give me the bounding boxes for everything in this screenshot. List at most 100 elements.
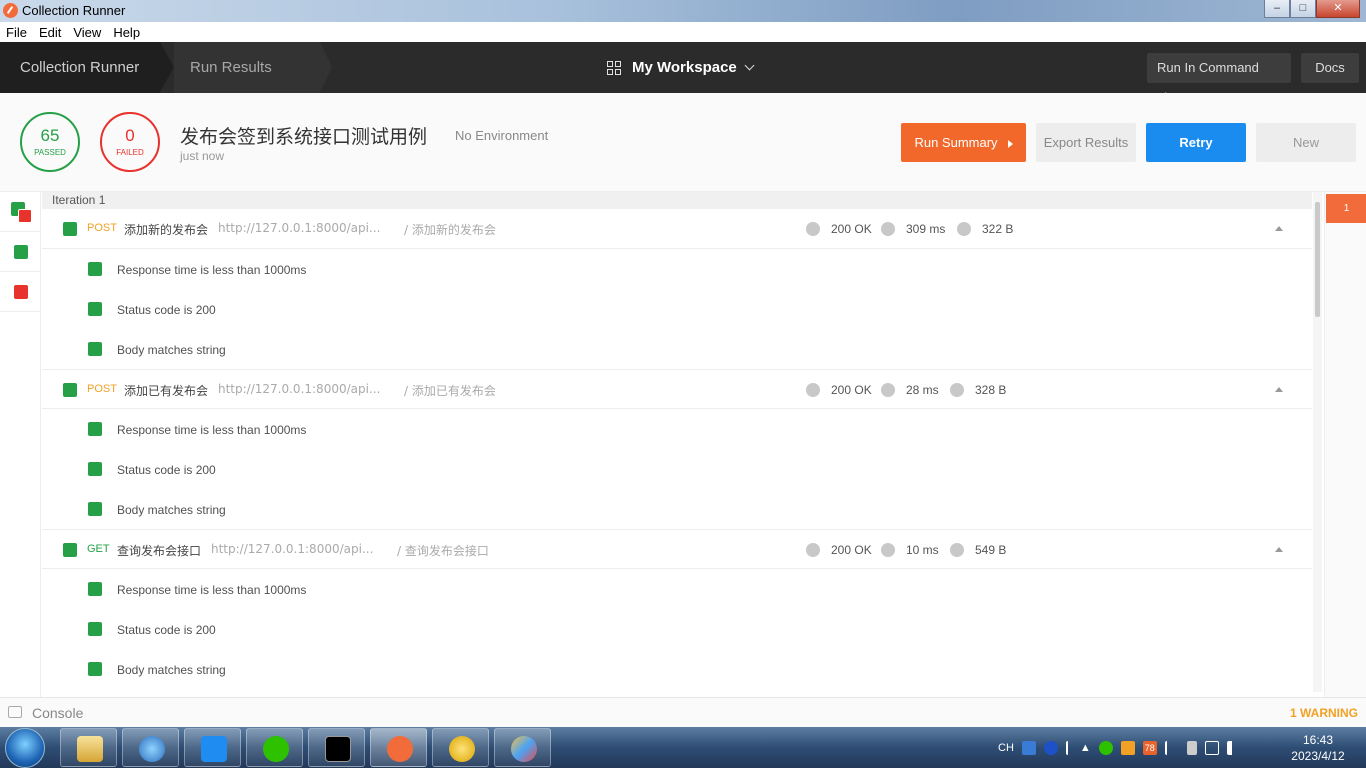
iteration-header: Iteration 1 bbox=[42, 192, 1312, 209]
flag-icon[interactable] bbox=[1164, 740, 1179, 755]
iteration-badge[interactable]: 1 bbox=[1326, 194, 1366, 223]
clock-date: 2023/4/12 bbox=[1291, 749, 1345, 763]
collapse-caret-icon[interactable] bbox=[1275, 387, 1283, 392]
test-row: Response time is less than 1000ms bbox=[42, 569, 1312, 609]
pass-square-icon bbox=[88, 262, 102, 276]
system-clock[interactable]: 16:43 2023/4/12 bbox=[1283, 732, 1353, 764]
docs-button[interactable]: Docs bbox=[1301, 53, 1359, 83]
paint-icon bbox=[511, 736, 537, 762]
checkmark-icon[interactable] bbox=[1021, 740, 1036, 755]
test-row: Response time is less than 1000ms bbox=[42, 409, 1312, 449]
clock-time: 16:43 bbox=[1302, 733, 1334, 747]
pen-icon[interactable] bbox=[1065, 740, 1072, 755]
time-dot bbox=[881, 222, 895, 236]
failed-counter[interactable]: 0 FAILED bbox=[100, 112, 160, 172]
pass-square-icon bbox=[88, 502, 102, 516]
pass-square-icon bbox=[88, 662, 102, 676]
new-button[interactable]: New bbox=[1256, 123, 1356, 162]
status-dot bbox=[806, 543, 820, 557]
input-language[interactable]: CH bbox=[998, 742, 1014, 754]
filter-passed[interactable] bbox=[0, 232, 41, 272]
filter-all[interactable] bbox=[0, 192, 41, 232]
test-name: Status code is 200 bbox=[117, 463, 216, 477]
request-method: POST bbox=[87, 222, 117, 234]
close-button[interactable]: ✕ bbox=[1316, 0, 1360, 18]
browser-icon bbox=[139, 736, 165, 762]
device-icon[interactable] bbox=[1186, 740, 1197, 755]
request-path: / 查询发布会接口 bbox=[397, 544, 489, 558]
failed-count: 0 bbox=[125, 126, 135, 145]
menu-edit[interactable]: Edit bbox=[33, 22, 67, 42]
tray-badge-icon[interactable]: 78 bbox=[1142, 740, 1157, 755]
menu-view[interactable]: View bbox=[67, 22, 107, 42]
test-name: Body matches string bbox=[117, 663, 226, 677]
test-row: Body matches string bbox=[42, 329, 1312, 369]
results-scrollbar[interactable] bbox=[1313, 192, 1322, 692]
test-row: Status code is 200 bbox=[42, 609, 1312, 649]
test-row: Body matches string bbox=[42, 489, 1312, 529]
retry-button[interactable]: Retry bbox=[1146, 123, 1246, 162]
show-hidden-icons[interactable]: ▲ bbox=[1080, 742, 1091, 754]
passed-label: PASSED bbox=[34, 148, 66, 157]
volume-icon[interactable] bbox=[1226, 740, 1237, 755]
taskbar-postman[interactable] bbox=[370, 728, 427, 767]
chevron-down-icon bbox=[744, 60, 755, 70]
request-path: / 添加新的发布会 bbox=[404, 223, 496, 237]
scrollbar-thumb[interactable] bbox=[1315, 202, 1320, 317]
wechat-icon bbox=[263, 736, 289, 762]
request-row[interactable]: GET 查询发布会接口 http://127.0.0.1:8000/api...… bbox=[42, 529, 1312, 569]
run-summary-label: Run Summary bbox=[914, 135, 998, 150]
caret-right-icon bbox=[1007, 139, 1013, 148]
help-icon[interactable] bbox=[1043, 740, 1058, 755]
taskbar-wechat[interactable] bbox=[246, 728, 303, 767]
request-row[interactable]: POST 添加已有发布会 http://127.0.0.1:8000/api..… bbox=[42, 369, 1312, 409]
pass-square-icon bbox=[88, 462, 102, 476]
collapse-caret-icon[interactable] bbox=[1275, 547, 1283, 552]
environment-label: No Environment bbox=[455, 128, 549, 143]
workspace-selector[interactable]: My Workspace bbox=[607, 42, 755, 93]
pass-square-icon bbox=[88, 302, 102, 316]
taskbar-dingtalk[interactable] bbox=[184, 728, 241, 767]
taskbar-app[interactable] bbox=[432, 728, 489, 767]
run-summary-button[interactable]: Run Summary bbox=[901, 123, 1026, 162]
warning-count[interactable]: 1 WARNING bbox=[1290, 706, 1358, 720]
request-row[interactable]: POST 添加新的发布会 http://127.0.0.1:8000/api..… bbox=[42, 209, 1312, 249]
shield-icon[interactable] bbox=[1120, 740, 1135, 755]
response-status: 200 OK bbox=[831, 383, 872, 397]
status-dot bbox=[806, 383, 820, 397]
run-summary-panel: 65 PASSED 0 FAILED 发布会签到系统接口测试用例 No Envi… bbox=[0, 93, 1366, 192]
maximize-button[interactable]: □ bbox=[1290, 0, 1316, 18]
minimize-button[interactable]: – bbox=[1264, 0, 1290, 18]
export-results-button[interactable]: Export Results bbox=[1036, 123, 1136, 162]
taskbar-ie[interactable] bbox=[122, 728, 179, 767]
console-label[interactable]: Console bbox=[32, 705, 83, 721]
filter-failed[interactable] bbox=[0, 272, 41, 312]
pass-square-icon bbox=[88, 582, 102, 596]
app-header: Collection Runner Run Results My Workspa… bbox=[0, 42, 1366, 105]
run-in-command-line-button[interactable]: Run In Command Line bbox=[1147, 53, 1291, 105]
failed-label: FAILED bbox=[116, 148, 144, 157]
collection-name: 发布会签到系统接口测试用例 bbox=[180, 126, 428, 148]
collapse-caret-icon[interactable] bbox=[1275, 226, 1283, 231]
run-timestamp: just now bbox=[180, 149, 225, 163]
request-name: 添加已有发布会 bbox=[124, 384, 209, 398]
start-button[interactable] bbox=[5, 728, 45, 768]
console-icon[interactable] bbox=[8, 706, 22, 718]
wechat-tray-icon[interactable] bbox=[1098, 740, 1113, 755]
menu-help[interactable]: Help bbox=[107, 22, 146, 42]
pass-square-icon bbox=[63, 222, 77, 236]
response-size: 549 B bbox=[975, 543, 1007, 557]
breadcrumb-run-results[interactable]: Run Results bbox=[174, 42, 320, 93]
taskbar-cmd[interactable] bbox=[308, 728, 365, 767]
taskbar-explorer[interactable] bbox=[60, 728, 117, 767]
window-title: Collection Runner bbox=[22, 3, 126, 18]
breadcrumb-collection-runner[interactable]: Collection Runner bbox=[0, 42, 160, 93]
passed-counter[interactable]: 65 PASSED bbox=[20, 112, 80, 172]
request-name: 查询发布会接口 bbox=[117, 544, 202, 558]
menu-bar: File Edit View Help bbox=[0, 22, 1366, 42]
taskbar-paint[interactable] bbox=[494, 728, 551, 767]
menu-file[interactable]: File bbox=[0, 22, 33, 42]
postman-icon bbox=[387, 736, 413, 762]
results-list: Iteration 1 POST 添加新的发布会 http://127.0.0.… bbox=[42, 192, 1312, 692]
network-icon[interactable] bbox=[1204, 740, 1219, 755]
